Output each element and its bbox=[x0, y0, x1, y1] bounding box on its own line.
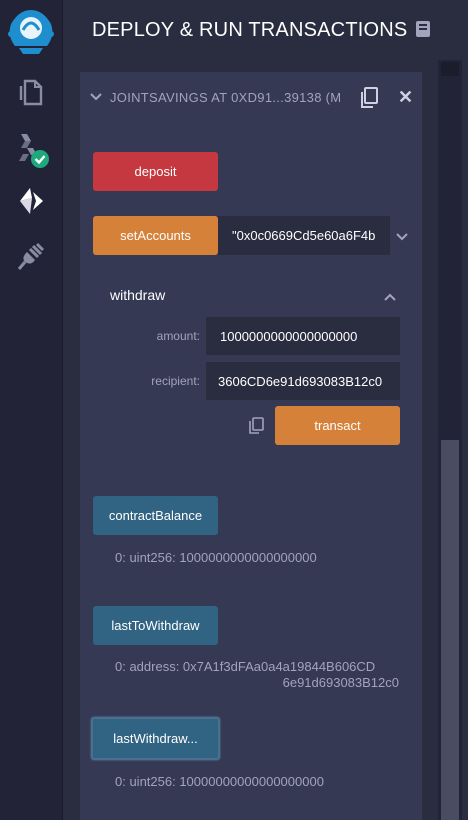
instance-title: JOINTSAVINGS AT 0XD91...39138 (M bbox=[110, 90, 340, 105]
lasttowithdraw-result: 0: address: 0x7A1f3dFAa0a4a19844B606CD bbox=[115, 659, 376, 674]
close-icon[interactable]: ✕ bbox=[398, 88, 413, 106]
copy-address-icon[interactable] bbox=[359, 87, 379, 114]
icon-bar bbox=[0, 0, 63, 820]
recipient-input[interactable]: 3606CD6e91d693083B12c0 bbox=[206, 362, 400, 400]
lasttowithdraw-button[interactable]: lastToWithdraw bbox=[93, 606, 218, 645]
contractbalance-button[interactable]: contractBalance bbox=[93, 496, 218, 535]
chevron-down-icon[interactable] bbox=[396, 230, 408, 248]
scrollbar-thumb[interactable] bbox=[441, 440, 459, 820]
setaccounts-input[interactable]: "0x0c0669Cd5e60a6F4b bbox=[218, 216, 390, 255]
chevron-down-icon[interactable] bbox=[90, 90, 102, 108]
deploy-run-icon[interactable] bbox=[0, 186, 62, 216]
page-title: DEPLOY & RUN TRANSACTIONS bbox=[92, 19, 408, 41]
chevron-up-icon[interactable] bbox=[384, 290, 396, 308]
amount-label: amount: bbox=[156, 329, 200, 343]
deposit-button[interactable]: deposit bbox=[93, 152, 218, 191]
recipient-label: recipient: bbox=[151, 374, 200, 388]
lasttowithdraw-result-cont: 6e91d693083B12c0 bbox=[282, 675, 399, 690]
transact-button[interactable]: transact bbox=[275, 406, 400, 445]
lastwithdraw-result: 0: uint256: 10000000000000000000 bbox=[115, 774, 324, 789]
remix-logo-icon[interactable] bbox=[0, 6, 62, 56]
contractbalance-result: 0: uint256: 1000000000000000000 bbox=[115, 550, 317, 565]
deployed-contract-instance: JOINTSAVINGS AT 0XD91...39138 (M ✕ depos… bbox=[80, 72, 422, 820]
scrollbar-up-arrow[interactable] bbox=[441, 62, 459, 76]
instance-header[interactable]: JOINTSAVINGS AT 0XD91...39138 (M ✕ bbox=[80, 72, 422, 122]
lastwithdraw-button[interactable]: lastWithdraw... bbox=[91, 717, 220, 760]
copy-calldata-icon[interactable] bbox=[248, 417, 264, 440]
setaccounts-button[interactable]: setAccounts bbox=[93, 216, 218, 255]
documentation-icon[interactable] bbox=[415, 20, 431, 43]
solidity-compiler-icon[interactable] bbox=[0, 132, 62, 170]
file-explorer-icon[interactable] bbox=[0, 78, 62, 106]
withdraw-function-title: withdraw bbox=[110, 287, 166, 303]
deploy-panel: DEPLOY & RUN TRANSACTIONS JOINTSAVINGS A… bbox=[63, 0, 468, 820]
amount-input[interactable]: 1000000000000000000 bbox=[206, 317, 400, 355]
plugin-manager-icon[interactable] bbox=[0, 242, 62, 272]
